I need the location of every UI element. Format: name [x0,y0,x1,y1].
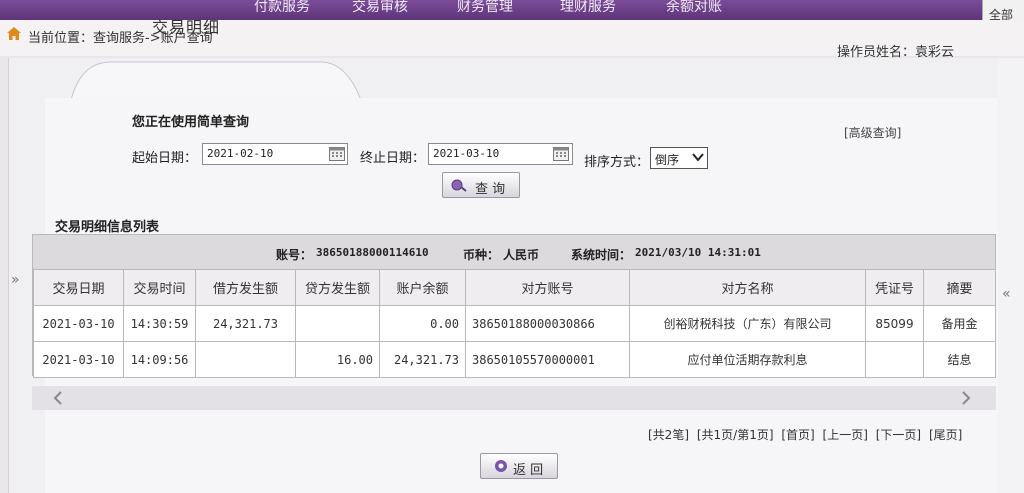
pagination: [共2笔] [共1页/第1页] [首页] [上一页] [下一页] [尾页] [648,426,966,443]
search-button-label: 查 询 [475,182,506,197]
cell-credit: 16.00 [295,341,380,378]
cell-debit [195,341,296,378]
cell-voucher [865,341,924,378]
chevron-down-icon [692,153,704,162]
right-strip [998,58,1024,493]
query-mode-note: 您正在使用简单查询 [132,115,250,130]
pager-first-link[interactable]: [首页] [781,428,814,442]
col-voucher: 凭证号 [865,269,924,306]
nav-item-payment[interactable]: 付款服务 [254,0,310,16]
back-button[interactable]: 返 回 [480,453,558,479]
start-date-input[interactable]: 2021-02-10 [202,143,348,165]
col-counter-name: 对方名称 [629,269,866,306]
col-balance: 账户余额 [379,269,466,306]
back-button-label: 返 回 [513,463,544,478]
back-icon [495,460,507,472]
advanced-query-link[interactable]: [高级查询] [844,124,901,141]
cell-debit: 24,321.73 [195,305,296,342]
cell-balance: 24,321.73 [379,341,466,378]
calendar-icon[interactable] [553,147,569,161]
col-counter-account: 对方账号 [465,269,630,306]
search-icon [451,179,467,192]
sort-label: 排序方式： [584,155,650,170]
expand-left-icon[interactable]: » [11,272,20,288]
cell-counter-name: 创裕财税科技（广东）有限公司 [629,305,866,342]
pager-pages: [共1页/第1页] [696,428,774,442]
collapse-right-icon[interactable]: « [1002,286,1011,302]
cell-time: 14:09:56 [123,341,196,378]
col-credit: 贷方发生额 [295,269,380,306]
sort-value: 倒序 [655,153,680,167]
cell-summary: 备用金 [923,305,996,342]
calendar-icon[interactable] [329,147,345,161]
cell-time: 14:30:59 [123,305,196,342]
tab-shape [71,61,362,100]
cell-summary: 结息 [923,341,996,378]
currency-label: 币种： [463,248,500,262]
nav-item-reconcile[interactable]: 余额对账 [666,0,722,16]
start-date-label: 起始日期： [132,151,198,166]
transaction-grid: 交易日期 交易时间 借方发生额 贷方发生额 账户余额 对方账号 对方名称 凭证号… [33,269,996,378]
currency-value: 人民币 [503,248,540,262]
end-date-input[interactable]: 2021-03-10 [428,143,573,165]
table-header-row: 交易日期 交易时间 借方发生额 贷方发生额 账户余额 对方账号 对方名称 凭证号… [33,269,996,306]
systime-value: 2021/03/10 14:31:01 [635,246,761,259]
table-row[interactable]: 2021-03-10 14:09:56 16.00 24,321.73 3865… [33,341,996,378]
list-section-title: 交易明细信息列表 [55,220,160,235]
cell-counter-account: 38650188000030866 [465,305,630,342]
cell-date: 2021-03-10 [33,341,124,378]
col-debit: 借方发生额 [195,269,296,306]
end-date-label: 终止日期： [360,151,426,166]
account-value: 38650188000114610 [316,246,429,259]
nav-item-audit[interactable]: 交易审核 [352,0,408,16]
sort-select[interactable]: 倒序 [650,147,708,169]
end-date-value: 2021-03-10 [433,147,500,160]
transaction-table: 账号： 38650188000114610 币种： 人民币 系统时间： 2021… [32,234,996,378]
col-summary: 摘要 [923,269,996,306]
horizontal-scrollbar[interactable] [32,386,996,410]
systime-label: 系统时间： [571,248,632,262]
pager-last-link[interactable]: [尾页] [929,428,962,442]
cell-counter-name: 应付单位活期存款利息 [629,341,866,378]
nav-item-wealth[interactable]: 理财服务 [560,0,616,16]
pager-total: [共2笔] [648,428,689,442]
search-button[interactable]: 查 询 [442,172,520,198]
account-info-bar: 账号： 38650188000114610 币种： 人民币 系统时间： 2021… [33,235,995,269]
start-date-value: 2021-02-10 [207,147,274,160]
chevron-right-icon[interactable] [960,391,972,405]
home-icon [7,27,21,40]
table-row[interactable]: 2021-03-10 14:30:59 24,321.73 0.00 38650… [33,305,996,342]
tab-transaction-detail[interactable]: 交易明细 [152,14,220,38]
account-label: 账号： [276,248,313,262]
cell-credit [295,305,380,342]
col-date: 交易日期 [33,269,124,306]
cell-date: 2021-03-10 [33,305,124,342]
cell-balance: 0.00 [379,305,466,342]
pager-prev-link[interactable]: [上一页] [823,428,868,442]
cell-voucher: 85099 [865,305,924,342]
col-time: 交易时间 [123,269,196,306]
chevron-left-icon[interactable] [52,391,64,405]
cell-counter-account: 38650105570000001 [465,341,630,378]
pager-next-link[interactable]: [下一页] [876,428,921,442]
nav-item-finance[interactable]: 财务管理 [457,0,513,16]
